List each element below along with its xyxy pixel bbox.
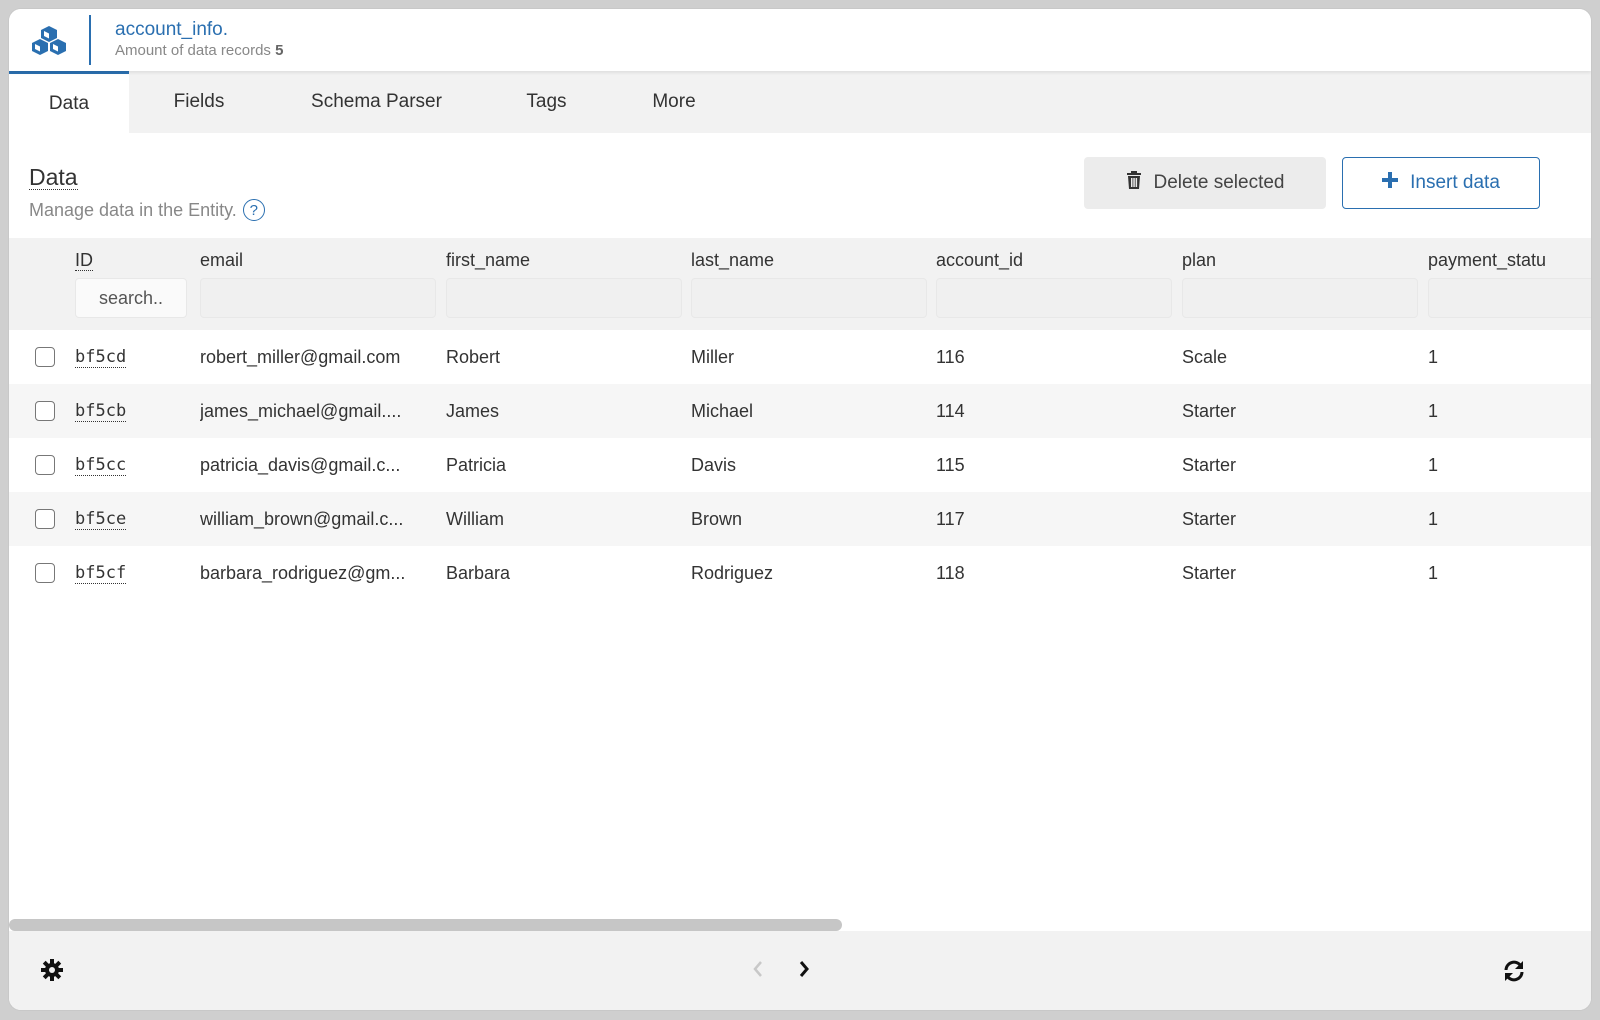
cell-account-id: 115: [936, 455, 965, 475]
footer-bar: [9, 931, 1591, 1010]
delete-selected-label: Delete selected: [1153, 172, 1285, 193]
cell-last-name: Michael: [691, 401, 754, 421]
cell-account-id: 114: [936, 401, 965, 421]
cell-plan: Starter: [1182, 455, 1237, 475]
cell-plan: Scale: [1182, 347, 1228, 367]
cell-first-name: Robert: [446, 347, 501, 367]
tab-schema-parser[interactable]: Schema Parser: [269, 71, 484, 133]
table-row[interactable]: bf5ce william_brown@gmail.c... William B…: [9, 492, 1591, 546]
table-row[interactable]: bf5cd robert_miller@gmail.com Robert Mil…: [9, 330, 1591, 384]
section-subtitle-text: Manage data in the Entity.: [29, 199, 237, 220]
tab-tags[interactable]: Tags: [484, 71, 609, 133]
cell-first-name: William: [446, 509, 504, 529]
row-checkbox[interactable]: [35, 509, 55, 529]
cell-last-name: Rodriguez: [691, 563, 774, 583]
row-checkbox[interactable]: [35, 455, 55, 475]
cell-first-name: Barbara: [446, 563, 511, 583]
id-filter-input[interactable]: [75, 278, 187, 318]
section-header: Data Manage data in the Entity. ? Delete…: [9, 133, 1591, 241]
table-row[interactable]: bf5cf barbara_rodriguez@gm... Barbara Ro…: [9, 546, 1591, 600]
tab-more[interactable]: More: [609, 71, 739, 133]
table-header: ID email first_name last_name account_id…: [9, 238, 1591, 330]
cell-email: patricia_davis@gmail.c...: [200, 455, 401, 475]
first-name-filter-input[interactable]: [446, 278, 682, 318]
cell-last-name: Miller: [691, 347, 734, 367]
refresh-icon[interactable]: [1502, 959, 1526, 988]
cell-payment-status: 1: [1428, 401, 1439, 421]
cell-account-id: 118: [936, 563, 965, 583]
chevron-right-icon[interactable]: [797, 959, 811, 984]
row-id-link[interactable]: bf5ce: [75, 509, 127, 530]
cell-last-name: Brown: [691, 509, 743, 529]
insert-data-label: Insert data: [1410, 172, 1500, 193]
tab-data[interactable]: Data: [9, 71, 129, 133]
insert-data-button[interactable]: Insert data: [1342, 157, 1540, 209]
help-icon[interactable]: ?: [242, 199, 265, 221]
trash-icon: [1126, 171, 1142, 195]
row-checkbox[interactable]: [35, 347, 55, 367]
column-header-id[interactable]: ID: [75, 250, 93, 271]
records-label: Amount of data records: [115, 42, 271, 59]
last-name-filter-input[interactable]: [691, 278, 927, 318]
tab-fields[interactable]: Fields: [129, 71, 269, 133]
tab-bar: Data Fields Schema Parser Tags More: [9, 71, 1591, 133]
chevron-left-icon[interactable]: [751, 959, 765, 984]
cell-first-name: James: [446, 401, 500, 421]
cell-plan: Starter: [1182, 401, 1237, 421]
cell-plan: Starter: [1182, 563, 1237, 583]
column-header-last-name[interactable]: last_name: [691, 250, 927, 271]
horizontal-scrollbar[interactable]: [9, 919, 1591, 931]
column-header-account-id[interactable]: account_id: [936, 250, 1172, 271]
row-id-link[interactable]: bf5cd: [75, 347, 127, 368]
app-window: account_info. Amount of data records 5 D…: [9, 9, 1591, 1010]
cell-email: james_michael@gmail....: [200, 401, 402, 421]
cell-payment-status: 1: [1428, 455, 1439, 475]
row-id-link[interactable]: bf5cb: [75, 401, 127, 422]
account-id-filter-input[interactable]: [936, 278, 1172, 318]
section-title: Data: [29, 164, 78, 190]
table-row[interactable]: bf5cc patricia_davis@gmail.c... Patricia…: [9, 438, 1591, 492]
column-header-payment-status[interactable]: payment_statu: [1428, 250, 1591, 271]
entity-name[interactable]: account_info.: [115, 19, 283, 41]
table-row[interactable]: bf5cb james_michael@gmail.... James Mich…: [9, 384, 1591, 438]
cell-payment-status: 1: [1428, 347, 1439, 367]
scrollbar-thumb[interactable]: [9, 919, 842, 931]
cell-payment-status: 1: [1428, 509, 1439, 529]
row-checkbox[interactable]: [35, 563, 55, 583]
column-header-email[interactable]: email: [200, 250, 436, 271]
cell-account-id: 116: [936, 347, 965, 367]
cell-plan: Starter: [1182, 509, 1237, 529]
entity-header: account_info. Amount of data records 5: [9, 9, 1591, 71]
cell-email: robert_miller@gmail.com: [200, 347, 401, 367]
gear-icon[interactable]: [41, 959, 63, 986]
records-count: 5: [275, 42, 284, 59]
row-id-link[interactable]: bf5cf: [75, 563, 127, 584]
delete-selected-button[interactable]: Delete selected: [1084, 157, 1326, 209]
cell-email: barbara_rodriguez@gm...: [200, 563, 406, 583]
cubes-icon: [9, 9, 89, 71]
email-filter-input[interactable]: [200, 278, 436, 318]
record-count: Amount of data records 5: [115, 41, 283, 61]
cell-email: william_brown@gmail.c...: [200, 509, 404, 529]
column-header-plan[interactable]: plan: [1182, 250, 1418, 271]
cell-last-name: Davis: [691, 455, 737, 475]
plan-filter-input[interactable]: [1182, 278, 1418, 318]
cell-first-name: Patricia: [446, 455, 507, 475]
row-checkbox[interactable]: [35, 401, 55, 421]
section-subtitle: Manage data in the Entity. ?: [29, 199, 265, 221]
cell-account-id: 117: [936, 509, 965, 529]
row-id-link[interactable]: bf5cc: [75, 455, 127, 476]
column-header-first-name[interactable]: first_name: [446, 250, 682, 271]
plus-icon: [1382, 172, 1399, 194]
cell-payment-status: 1: [1428, 563, 1439, 583]
table-body: bf5cd robert_miller@gmail.com Robert Mil…: [9, 330, 1591, 600]
payment-status-filter-input[interactable]: [1428, 278, 1591, 318]
